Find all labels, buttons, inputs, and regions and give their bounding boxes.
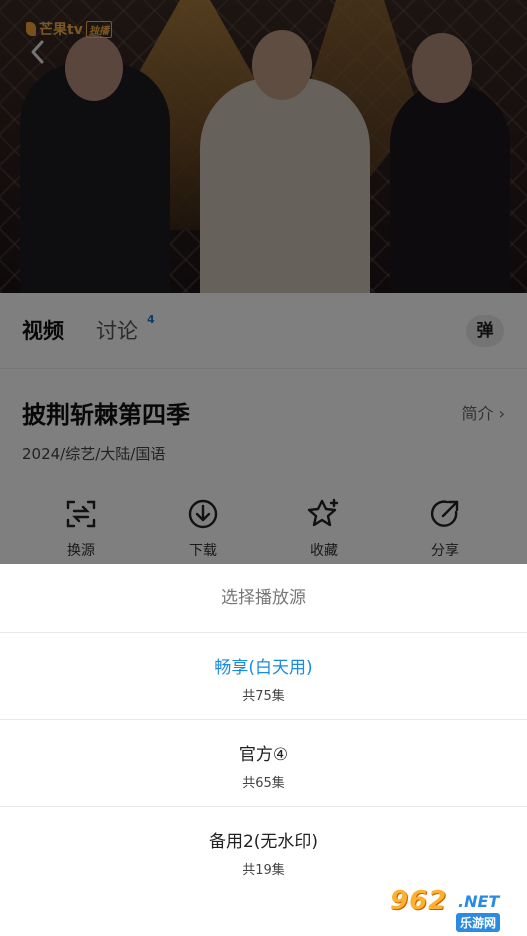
- source-name: 畅享(白天用): [214, 658, 313, 678]
- source-episode-count: 共19集: [242, 863, 285, 878]
- source-name: 官方④: [238, 745, 289, 765]
- source-option[interactable]: 官方④ 共65集: [0, 720, 527, 807]
- sheet-title: 选择播放源: [0, 564, 527, 633]
- source-episode-count: 共65集: [242, 776, 285, 791]
- site-watermark: 962 .NET 乐游网: [388, 886, 523, 932]
- source-option[interactable]: 畅享(白天用) 共75集: [0, 633, 527, 720]
- watermark-number: 962: [390, 886, 448, 916]
- modal-backdrop[interactable]: [0, 0, 527, 564]
- watermark-site-name: 乐游网: [456, 913, 501, 932]
- source-name: 备用2(无水印): [208, 832, 319, 852]
- watermark-domain: .NET: [458, 892, 500, 911]
- source-option[interactable]: 备用2(无水印) 共19集: [0, 807, 527, 893]
- source-episode-count: 共75集: [242, 689, 285, 704]
- source-select-sheet: 选择播放源 畅享(白天用) 共75集 官方④ 共65集 备用2(无水印) 共19…: [0, 564, 527, 936]
